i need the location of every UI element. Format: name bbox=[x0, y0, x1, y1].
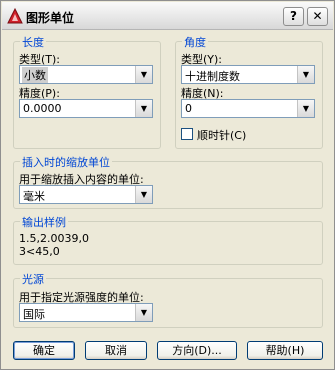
chevron-down-icon[interactable]: ▼ bbox=[135, 100, 152, 117]
sample-output-line-1: 1.5,2.0039,0 bbox=[19, 232, 89, 245]
angle-precision-select[interactable]: 0 ▼ bbox=[181, 99, 315, 118]
lighting-units-select[interactable]: 国际 ▼ bbox=[19, 303, 153, 322]
sample-output-line-2: 3<45,0 bbox=[19, 245, 60, 258]
chevron-down-icon[interactable]: ▼ bbox=[297, 66, 314, 83]
title-help-button[interactable]: ? bbox=[283, 7, 304, 26]
sample-output-group-title: 输出样例 bbox=[20, 214, 68, 230]
clockwise-label[interactable]: 顺时针(C) bbox=[197, 127, 246, 143]
cancel-button[interactable]: 取消 bbox=[85, 341, 147, 360]
clockwise-checkbox[interactable] bbox=[181, 128, 193, 140]
chevron-down-icon[interactable]: ▼ bbox=[135, 186, 152, 203]
insertion-scale-group-title: 插入时的缩放单位 bbox=[20, 154, 112, 170]
direction-button[interactable]: 方向(D)... bbox=[157, 341, 237, 360]
insertion-scale-value: 毫米 bbox=[23, 190, 45, 203]
drawing-units-dialog: 图形单位 ? ✕ 长度 类型(T): 小数 ▼ 精度(P): 0.0000 ▼ … bbox=[0, 0, 335, 370]
length-group-title: 长度 bbox=[20, 34, 46, 50]
angle-group-title: 角度 bbox=[182, 34, 208, 50]
chevron-down-icon[interactable]: ▼ bbox=[135, 66, 152, 83]
length-precision-value: 0.0000 bbox=[23, 102, 62, 115]
length-precision-select[interactable]: 0.0000 ▼ bbox=[19, 99, 153, 118]
autocad-app-icon bbox=[7, 8, 23, 24]
insertion-scale-select[interactable]: 毫米 ▼ bbox=[19, 185, 153, 204]
dialog-title: 图形单位 bbox=[26, 11, 75, 25]
title-bar: 图形单位 ? ✕ bbox=[2, 2, 333, 30]
chevron-down-icon[interactable]: ▼ bbox=[297, 100, 314, 117]
angle-type-value: 十进制度数 bbox=[185, 70, 240, 83]
lighting-units-value: 国际 bbox=[23, 308, 45, 321]
lighting-group-title: 光源 bbox=[20, 271, 46, 287]
chevron-down-icon[interactable]: ▼ bbox=[135, 304, 152, 321]
length-type-value: 小数 bbox=[22, 67, 48, 83]
close-button[interactable]: ✕ bbox=[307, 7, 328, 26]
length-type-select[interactable]: 小数 ▼ bbox=[19, 65, 153, 84]
help-button[interactable]: 帮助(H) bbox=[247, 341, 323, 360]
ok-button[interactable]: 确定 bbox=[13, 341, 75, 360]
angle-type-select[interactable]: 十进制度数 ▼ bbox=[181, 65, 315, 84]
angle-precision-value: 0 bbox=[185, 102, 192, 115]
